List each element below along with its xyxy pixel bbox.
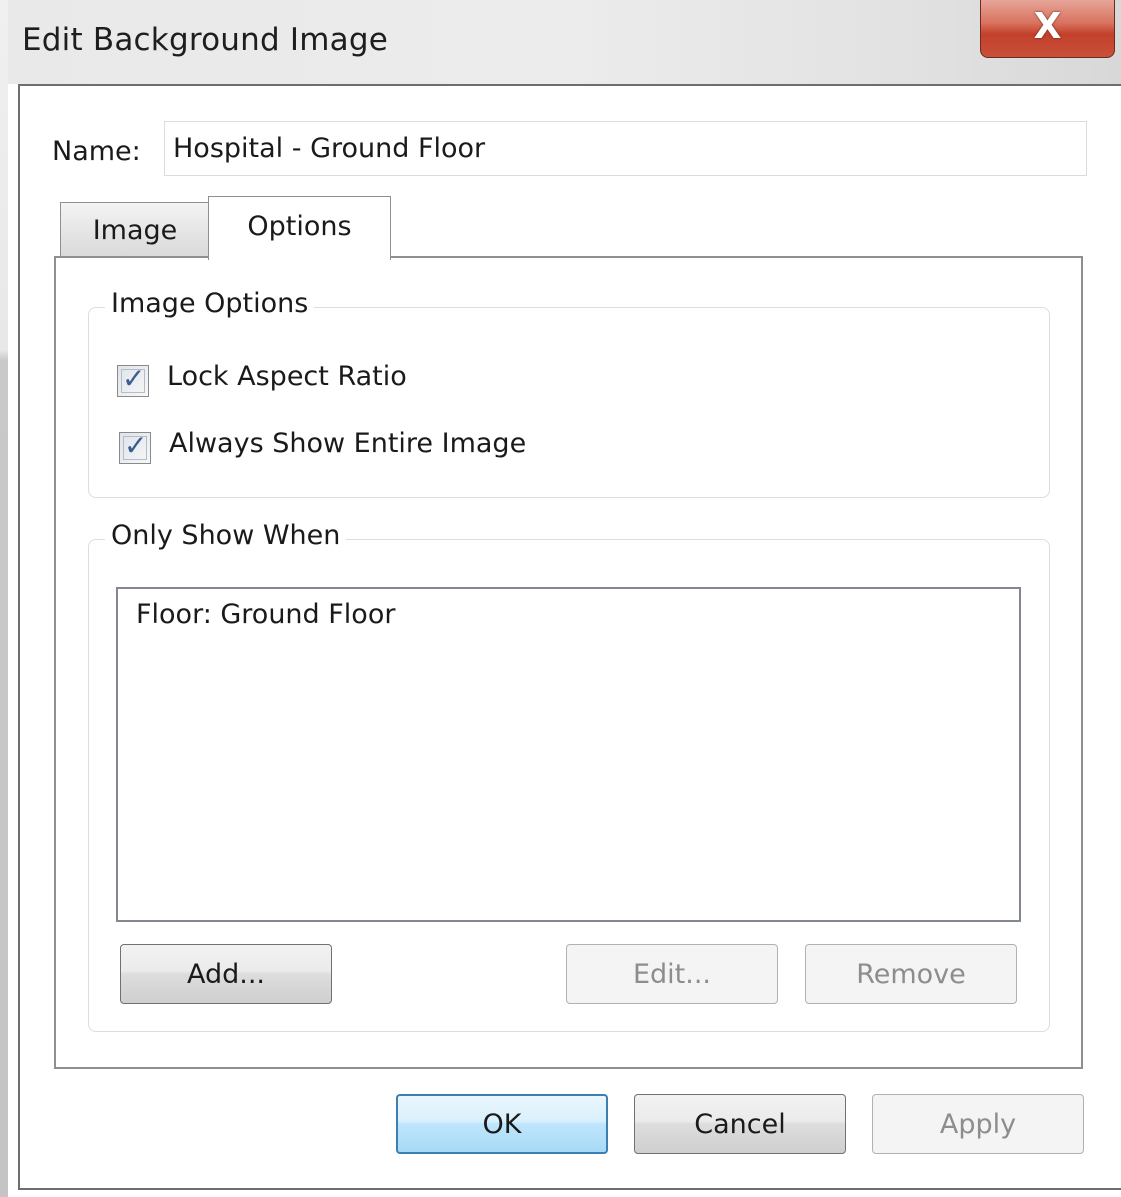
always-show-entire-image-label[interactable]: Always Show Entire Image: [169, 428, 526, 459]
close-button[interactable]: X: [980, 0, 1115, 58]
only-show-when-title: Only Show When: [105, 520, 347, 551]
tab-options[interactable]: Options: [208, 196, 391, 260]
window-title: Edit Background Image: [22, 22, 388, 58]
apply-button[interactable]: Apply: [872, 1094, 1084, 1154]
checkbox-box[interactable]: ✓: [119, 429, 151, 464]
checkbox-box[interactable]: ✓: [117, 362, 149, 397]
tab-image-label: Image: [92, 215, 178, 246]
name-label: Name:: [52, 136, 141, 167]
cancel-button[interactable]: Cancel: [634, 1094, 846, 1154]
lock-aspect-ratio-label[interactable]: Lock Aspect Ratio: [167, 361, 407, 392]
edit-background-image-dialog: Edit Background Image X Name: Image Opti…: [0, 0, 1121, 1197]
checkmark-icon: ✓: [124, 429, 148, 462]
name-input[interactable]: [164, 121, 1087, 176]
checkmark-icon: ✓: [122, 362, 146, 395]
add-button[interactable]: Add...: [120, 944, 332, 1004]
close-icon: X: [1033, 6, 1062, 47]
window-frame: [0, 0, 8, 1197]
edit-button[interactable]: Edit...: [566, 944, 778, 1004]
title-bar[interactable]: Edit Background Image: [8, 0, 1121, 84]
conditions-listbox[interactable]: Floor: Ground Floor: [116, 587, 1021, 922]
tab-image[interactable]: Image: [60, 202, 210, 258]
ok-button[interactable]: OK: [396, 1094, 608, 1154]
image-options-title: Image Options: [105, 288, 315, 319]
image-options-group: Image Options: [88, 288, 1050, 498]
tab-options-label: Options: [247, 211, 352, 242]
list-item[interactable]: Floor: Ground Floor: [136, 599, 395, 630]
remove-button[interactable]: Remove: [805, 944, 1017, 1004]
